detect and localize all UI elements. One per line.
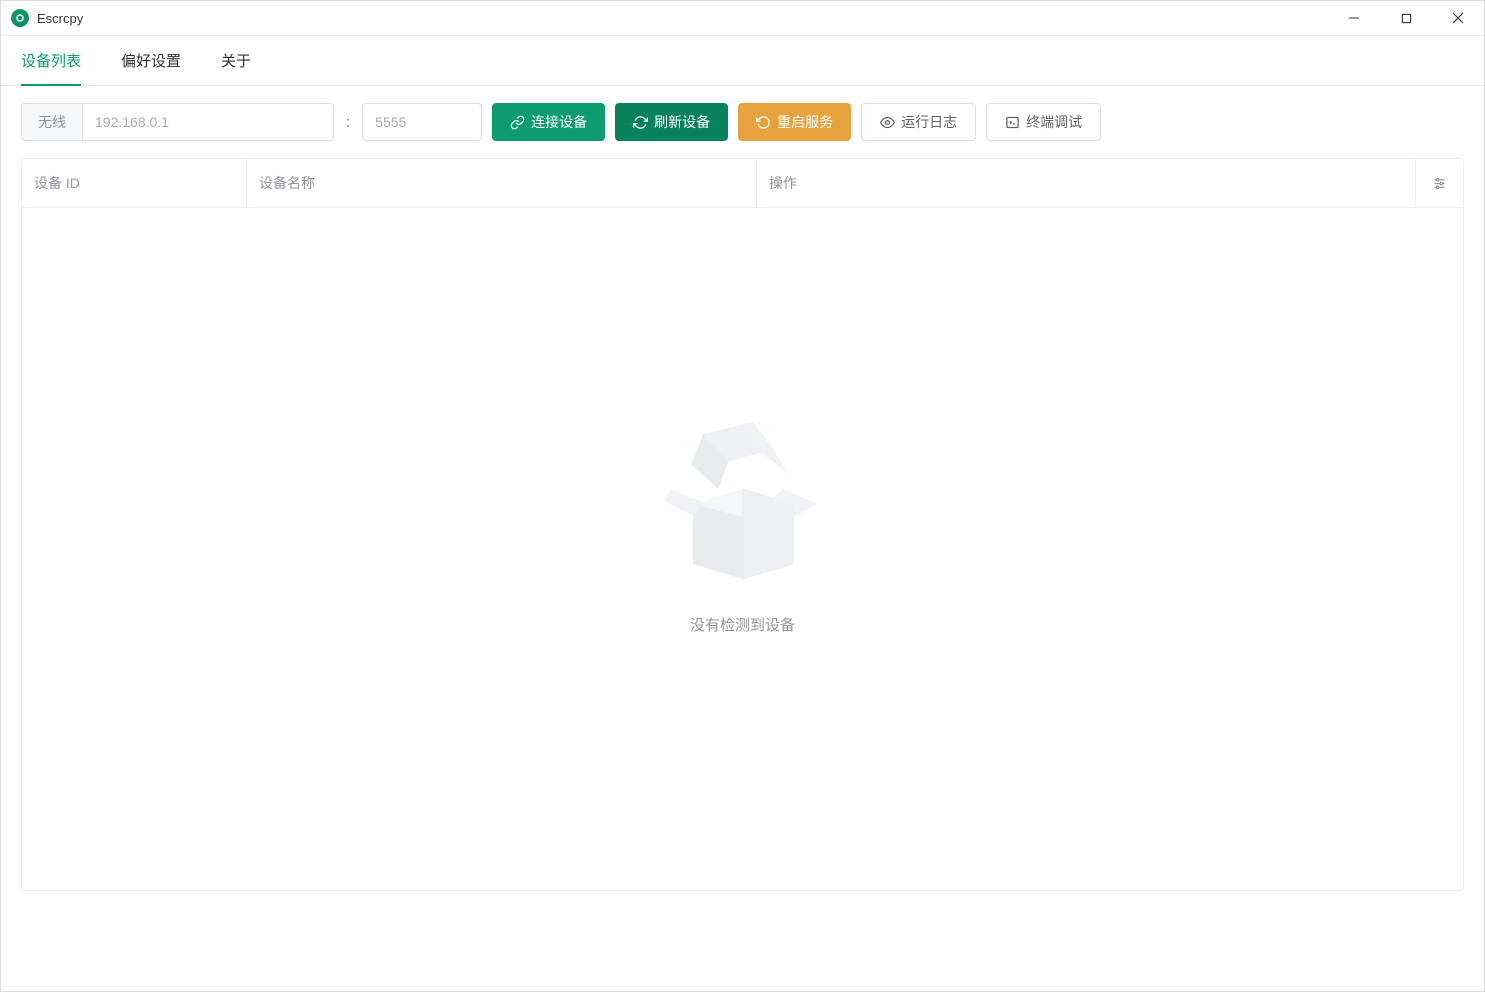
window-controls xyxy=(1328,1,1484,36)
terminal-debug-button[interactable]: 终端调试 xyxy=(986,103,1101,141)
nav-tabs: 设备列表 偏好设置 关于 xyxy=(1,36,1484,86)
ip-input-group: 无线 xyxy=(21,103,334,141)
th-action: 操作 xyxy=(757,159,1415,207)
connect-device-button[interactable]: 连接设备 xyxy=(492,103,605,141)
restart-service-label: 重启服务 xyxy=(777,112,833,132)
empty-message: 没有检测到设备 xyxy=(690,614,795,635)
restart-icon xyxy=(756,115,771,130)
refresh-device-button[interactable]: 刷新设备 xyxy=(615,103,728,141)
sliders-icon xyxy=(1432,176,1447,191)
terminal-debug-label: 终端调试 xyxy=(1026,112,1082,132)
wireless-label: 无线 xyxy=(22,104,83,140)
th-device-name: 设备名称 xyxy=(247,159,757,207)
device-table: 设备 ID 设备名称 操作 xyxy=(21,158,1464,891)
restart-service-button[interactable]: 重启服务 xyxy=(738,103,851,141)
eye-icon xyxy=(880,115,895,130)
terminal-icon xyxy=(1005,115,1020,130)
window: Escrcpy 设备列表 偏好设置 关于 无线 : 连接设备 xyxy=(0,0,1485,992)
app-icon xyxy=(11,9,29,27)
table-header: 设备 ID 设备名称 操作 xyxy=(22,159,1463,208)
run-log-button[interactable]: 运行日志 xyxy=(861,103,976,141)
filter-button[interactable] xyxy=(1415,159,1463,207)
toolbar: 无线 : 连接设备 刷新设备 重启服务 运行日志 终端调试 xyxy=(1,86,1484,158)
refresh-device-label: 刷新设备 xyxy=(654,112,710,132)
minimize-button[interactable] xyxy=(1328,1,1380,36)
close-button[interactable] xyxy=(1432,1,1484,36)
tab-about[interactable]: 关于 xyxy=(221,36,251,85)
bottom-space xyxy=(1,891,1484,991)
link-icon xyxy=(510,115,525,130)
run-log-label: 运行日志 xyxy=(901,112,957,132)
titlebar-left: Escrcpy xyxy=(11,9,83,27)
tab-device-list[interactable]: 设备列表 xyxy=(21,36,81,85)
th-device-id: 设备 ID xyxy=(22,159,247,207)
colon-separator: : xyxy=(346,114,350,131)
empty-state: 没有检测到设备 xyxy=(22,208,1463,890)
connect-device-label: 连接设备 xyxy=(531,112,587,132)
tab-preferences[interactable]: 偏好设置 xyxy=(121,36,181,85)
refresh-icon xyxy=(633,115,648,130)
ip-input[interactable] xyxy=(83,104,333,140)
maximize-button[interactable] xyxy=(1380,1,1432,36)
port-input[interactable] xyxy=(362,103,482,141)
empty-box-icon xyxy=(643,414,843,584)
app-title: Escrcpy xyxy=(37,11,83,26)
titlebar: Escrcpy xyxy=(1,1,1484,36)
